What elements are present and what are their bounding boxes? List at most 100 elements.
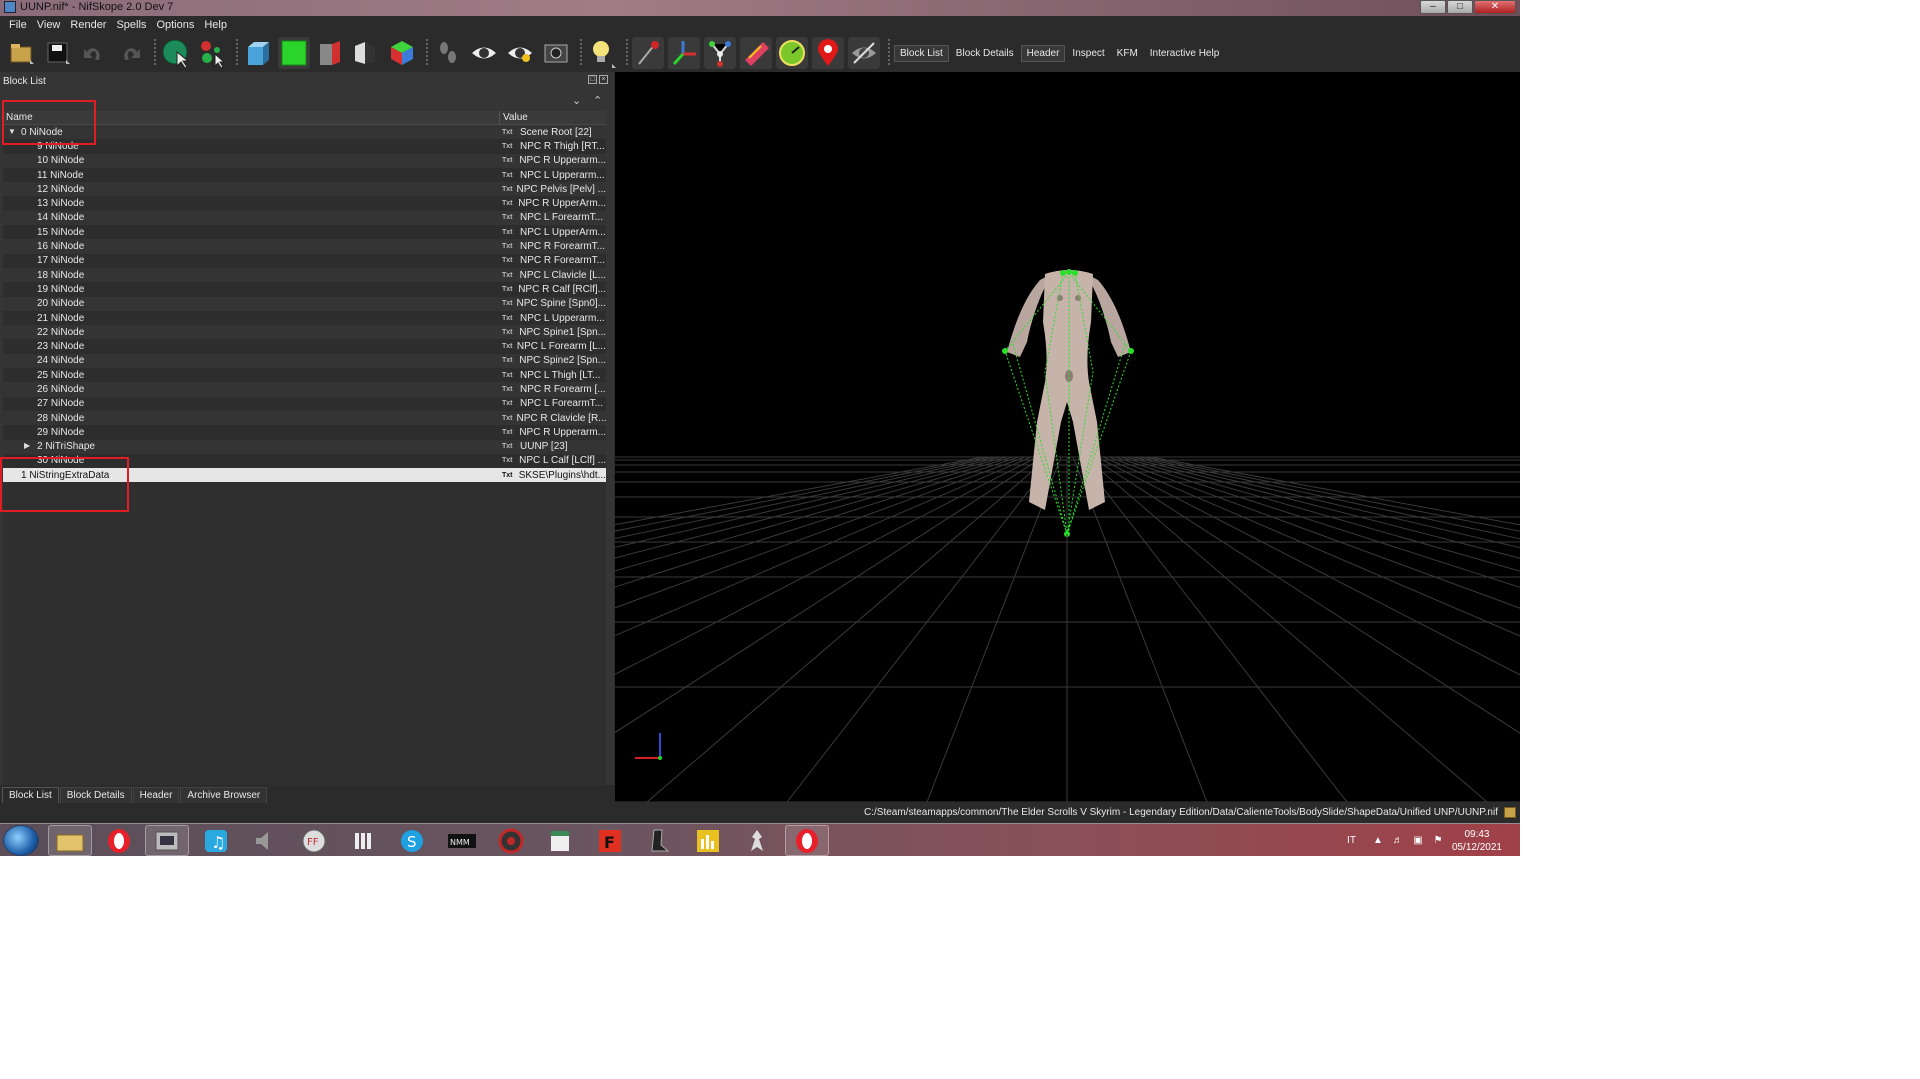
dock-float-button[interactable]: □ (588, 75, 597, 84)
collapsed-arrow-icon[interactable]: ▶ (24, 441, 30, 450)
taskbar-game-launcher[interactable] (489, 825, 533, 856)
dock-close-button[interactable]: × (599, 75, 608, 84)
redo-button[interactable] (114, 37, 146, 69)
tree-row[interactable]: 17 NiNode Txt NPC R ForearmT... (3, 253, 606, 268)
menu-render[interactable]: Render (65, 19, 111, 31)
tree-row[interactable]: 24 NiNode Txt NPC Spine2 [Spn... (3, 353, 606, 369)
view-top-button[interactable] (278, 37, 310, 69)
close-button[interactable]: ✕ (1474, 0, 1516, 14)
tree-row[interactable]: 26 NiNode Txt NPC R Forearm [... (3, 382, 606, 397)
gauge-icon (779, 40, 805, 66)
tree-row[interactable]: 29 NiNode Txt NPC R Upperarm... (3, 425, 606, 440)
volume-icon[interactable]: ♬ (1392, 835, 1404, 847)
taskbar-mod-tool[interactable] (636, 825, 680, 856)
taskbar-opera[interactable] (97, 825, 141, 856)
tree-row[interactable]: 28 NiNode Txt NPC R Clavicle [R... (3, 410, 606, 426)
clock[interactable]: 09:43 05/12/2021 (1452, 828, 1502, 854)
taskbar-bar-chart[interactable] (686, 825, 730, 856)
tab-block-list[interactable]: Block List (2, 787, 59, 803)
minimize-button[interactable]: – (1420, 0, 1446, 14)
lighting-button[interactable] (586, 37, 618, 69)
bar-chart-icon (697, 829, 719, 852)
tree-row[interactable]: 22 NiNode Txt NPC Spine1 [Spn... (3, 325, 606, 340)
view-side-button[interactable] (314, 37, 346, 69)
toggle-block-list[interactable]: Block List (894, 44, 949, 62)
walk-mode-button[interactable] (432, 37, 464, 69)
tree-row[interactable]: 27 NiNode Txt NPC L ForearmT... (3, 396, 606, 411)
show-hidden-button[interactable] (468, 37, 500, 69)
show-nodes-button[interactable] (504, 37, 536, 69)
toggle-kfm[interactable]: KFM (1112, 46, 1143, 61)
collapse-all-icon[interactable]: ⌃ (593, 94, 602, 107)
select-vertex-button[interactable] (196, 37, 228, 69)
draw-transform-button[interactable] (668, 37, 700, 69)
taskbar-nmm[interactable]: NMM (440, 825, 484, 856)
menu-spells[interactable]: Spells (111, 19, 151, 31)
tray-expand-icon[interactable]: ▲ (1372, 835, 1384, 847)
cube-color-icon (391, 41, 413, 65)
folder-icon[interactable] (1504, 807, 1516, 818)
screenshot-button[interactable] (540, 37, 572, 69)
tree-row[interactable]: 18 NiNode Txt NPC L Clavicle [L... (3, 267, 606, 283)
toggle-block-details[interactable]: Block Details (951, 46, 1019, 61)
tree-row[interactable]: 25 NiNode Txt NPC L Thigh [LT... (3, 368, 606, 383)
network-icon[interactable]: ▣ (1412, 835, 1424, 847)
tree-row[interactable]: 12 NiNode Txt NPC Pelvis [Pelv] ... (3, 182, 606, 197)
draw-nodes-button[interactable] (704, 37, 736, 69)
expand-all-icon[interactable]: ⌄ (572, 94, 581, 107)
tree-row[interactable]: 13 NiNode Txt NPC R UpperArm... (3, 196, 606, 211)
view-front-button[interactable] (242, 37, 274, 69)
menu-file[interactable]: File (4, 19, 32, 31)
taskbar-skype[interactable]: S (390, 825, 434, 856)
open-file-button[interactable] (6, 37, 38, 69)
taskbar-foobar[interactable]: F (588, 825, 632, 856)
taskbar-ffdec[interactable]: FF (292, 825, 336, 856)
toggle-header[interactable]: Header (1020, 44, 1066, 62)
tree-row[interactable]: 23 NiNode Txt NPC L Forearm [L... (3, 339, 606, 354)
draw-havok-button[interactable] (740, 37, 772, 69)
toggle-interactive-help[interactable]: Interactive Help (1145, 46, 1224, 61)
start-button[interactable] (3, 825, 39, 856)
tree-row[interactable]: 14 NiNode Txt NPC L ForearmT... (3, 210, 606, 226)
view-back-button[interactable] (350, 37, 382, 69)
taskbar-media-center[interactable] (145, 825, 189, 856)
save-file-button[interactable] (42, 37, 74, 69)
taskbar-audio[interactable] (242, 825, 286, 856)
select-object-button[interactable] (160, 37, 192, 69)
tree-row[interactable]: 10 NiNode Txt NPC R Upperarm... (3, 153, 606, 168)
toggle-inspect[interactable]: Inspect (1067, 46, 1109, 61)
tree-row[interactable]: 11 NiNode Txt NPC L Upperarm... (3, 167, 606, 183)
view-perspective-button[interactable] (386, 37, 418, 69)
column-header-value[interactable]: Value (500, 111, 531, 124)
menu-options[interactable]: Options (151, 19, 199, 31)
taskbar-notepad[interactable] (538, 825, 582, 856)
draw-markers-button[interactable] (812, 37, 844, 69)
tree-row[interactable]: 21 NiNode Txt NPC L Upperarm... (3, 310, 606, 326)
taskbar-itunes[interactable]: ♫ (194, 825, 238, 856)
tree-row[interactable]: 20 NiNode Txt NPC Spine [Spn0]... (3, 296, 606, 311)
tab-block-details[interactable]: Block Details (59, 787, 132, 803)
draw-constraints-button[interactable] (776, 37, 808, 69)
menu-help[interactable]: Help (199, 19, 232, 31)
tree-row[interactable]: ▶ 2 NiTriShape Txt UUNP [23] (3, 439, 606, 454)
maximize-button[interactable]: □ (1447, 0, 1473, 14)
menu-view[interactable]: View (32, 19, 66, 31)
language-indicator[interactable]: IT (1347, 835, 1356, 846)
taskbar-opera-active[interactable] (785, 825, 829, 856)
tree-row[interactable]: 19 NiNode Txt NPC R Calf [RClf]... (3, 282, 606, 297)
taskbar-explorer[interactable] (48, 825, 92, 856)
txt-type-icon: Txt (502, 200, 513, 208)
undo-button[interactable] (78, 37, 110, 69)
grid-line (1150, 456, 1520, 526)
hide-unselected-button[interactable] (848, 37, 880, 69)
tree-row-value-cell: Txt Scene Root [22] (500, 127, 606, 138)
tree-row[interactable]: 16 NiNode Txt NPC R ForearmT... (3, 239, 606, 254)
tree-row[interactable]: 15 NiNode Txt NPC L UpperArm... (3, 225, 606, 240)
flag-icon[interactable]: ⚑ (1432, 835, 1444, 847)
taskbar-skyrim[interactable] (735, 825, 779, 856)
draw-axes-button[interactable] (632, 37, 664, 69)
tab-header[interactable]: Header (132, 787, 180, 803)
taskbar-jdownloader[interactable] (341, 825, 385, 856)
tab-archive-browser[interactable]: Archive Browser (180, 787, 268, 803)
render-viewport[interactable] (615, 72, 1520, 802)
